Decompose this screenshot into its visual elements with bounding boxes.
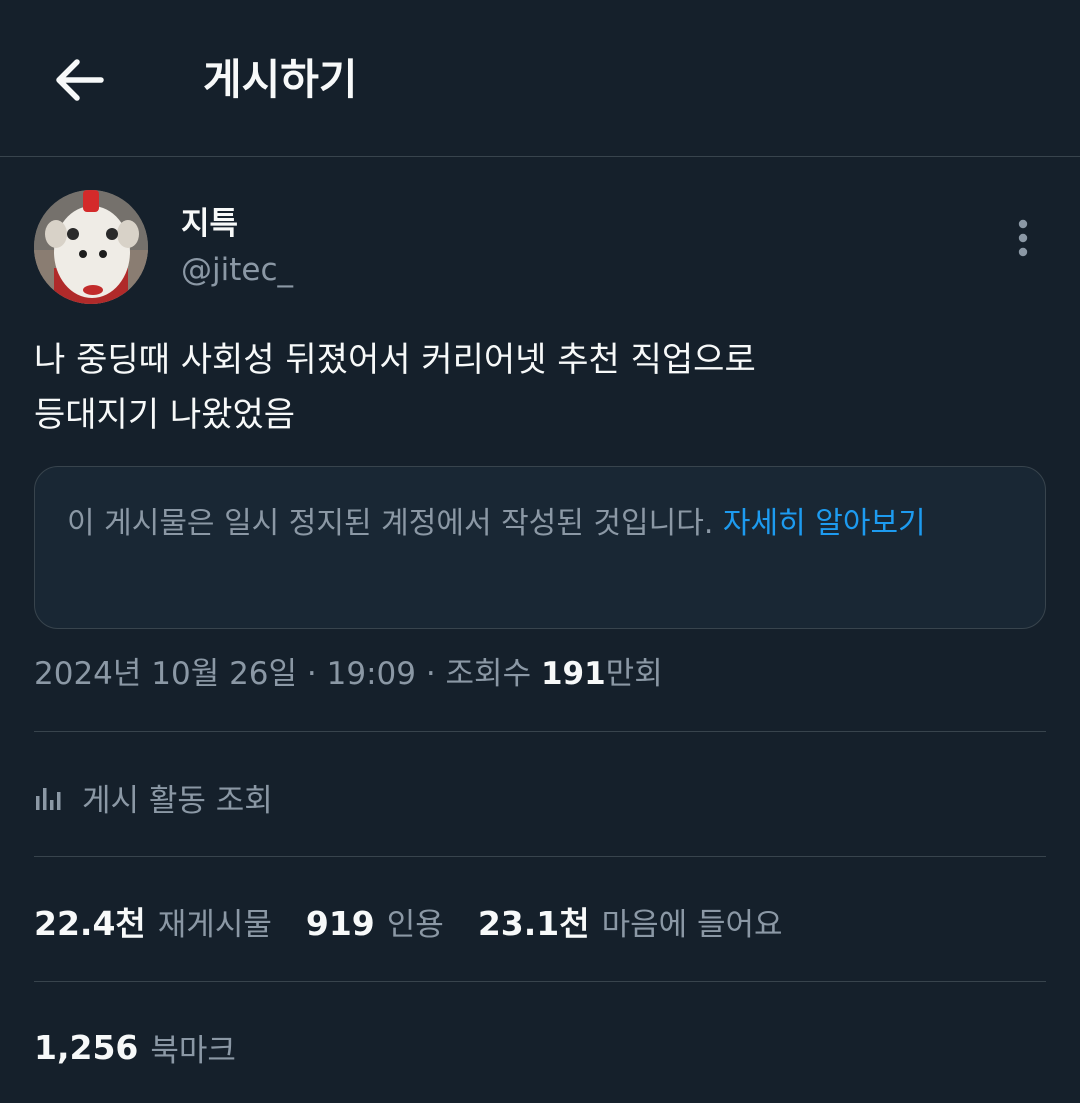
tweet-text-line: 등대지기 나왔었음 — [34, 395, 296, 435]
bookmarks-label: 북마크 — [150, 1032, 236, 1069]
tweet-text: 나 중딩때 사회성 뒤졌어서 커리어넷 추천 직업으로 등대지기 나왔었음 — [34, 333, 1044, 443]
avatar-image — [34, 190, 148, 304]
more-vertical-icon — [1018, 219, 1028, 257]
bookmarks-count: 1,256 — [34, 1027, 139, 1067]
engagement-stats: 22.4천 재게시물 919 인용 23.1천 마음에 들어요 — [34, 896, 783, 946]
page-title: 게시하기 — [203, 55, 358, 104]
likes-label: 마음에 들어요 — [601, 907, 783, 943]
notice-message: 이 게시물은 일시 정지된 계정에서 작성된 것입니다. — [67, 506, 714, 541]
top-app-bar: 게시하기 — [0, 0, 1080, 157]
quotes-label: 인용 — [386, 906, 444, 943]
quotes-count: 919 — [305, 903, 375, 943]
divider — [34, 856, 1046, 857]
likes-count: 23.1천 — [477, 904, 590, 943]
bookmarks-stat[interactable]: 1,256 북마크 — [34, 1022, 236, 1072]
quotes-stat[interactable]: 919 인용 — [306, 899, 444, 944]
tweet-meta: 2024년 10월 26일 · 19:09 · 조회수 191만회 — [34, 652, 663, 696]
meta-separator: · — [415, 656, 446, 692]
divider — [34, 731, 1046, 732]
author-display-name[interactable]: 지특 — [181, 204, 238, 244]
tweet-text-line: 나 중딩때 사회성 뒤졌어서 커리어넷 추천 직업으로 — [34, 340, 756, 380]
arrow-left-icon — [56, 59, 104, 101]
reposts-stat[interactable]: 22.4천 재게시물 — [34, 897, 272, 945]
reposts-count: 22.4천 — [34, 904, 146, 943]
author-handle[interactable]: @jitec_ — [181, 250, 293, 290]
post-activity-button[interactable]: 게시 활동 조회 — [34, 772, 273, 822]
learn-more-link[interactable]: 자세히 알아보기 — [723, 506, 926, 541]
views-label: 조회수 — [445, 656, 532, 692]
back-button[interactable] — [50, 52, 110, 108]
post-time[interactable]: 19:09 — [327, 656, 416, 692]
divider — [34, 981, 1046, 982]
more-options-button[interactable] — [1003, 214, 1043, 262]
views-unit: 만회 — [605, 656, 663, 692]
suspended-account-notice: 이 게시물은 일시 정지된 계정에서 작성된 것입니다. 자세히 알아보기 — [34, 466, 1046, 629]
post-date[interactable]: 2024년 10월 26일 — [34, 656, 297, 692]
meta-separator: · — [297, 656, 327, 692]
post-activity-label: 게시 활동 조회 — [82, 782, 273, 819]
avatar[interactable] — [34, 190, 148, 304]
views-count: 191 — [540, 656, 606, 692]
analytics-bars-icon — [36, 788, 61, 810]
likes-stat[interactable]: 23.1천 마음에 들어요 — [478, 897, 783, 945]
reposts-label: 재게시물 — [157, 907, 272, 943]
notice-text: 이 게시물은 일시 정지된 계정에서 작성된 것입니다. 자세히 알아보기 — [67, 499, 1017, 549]
